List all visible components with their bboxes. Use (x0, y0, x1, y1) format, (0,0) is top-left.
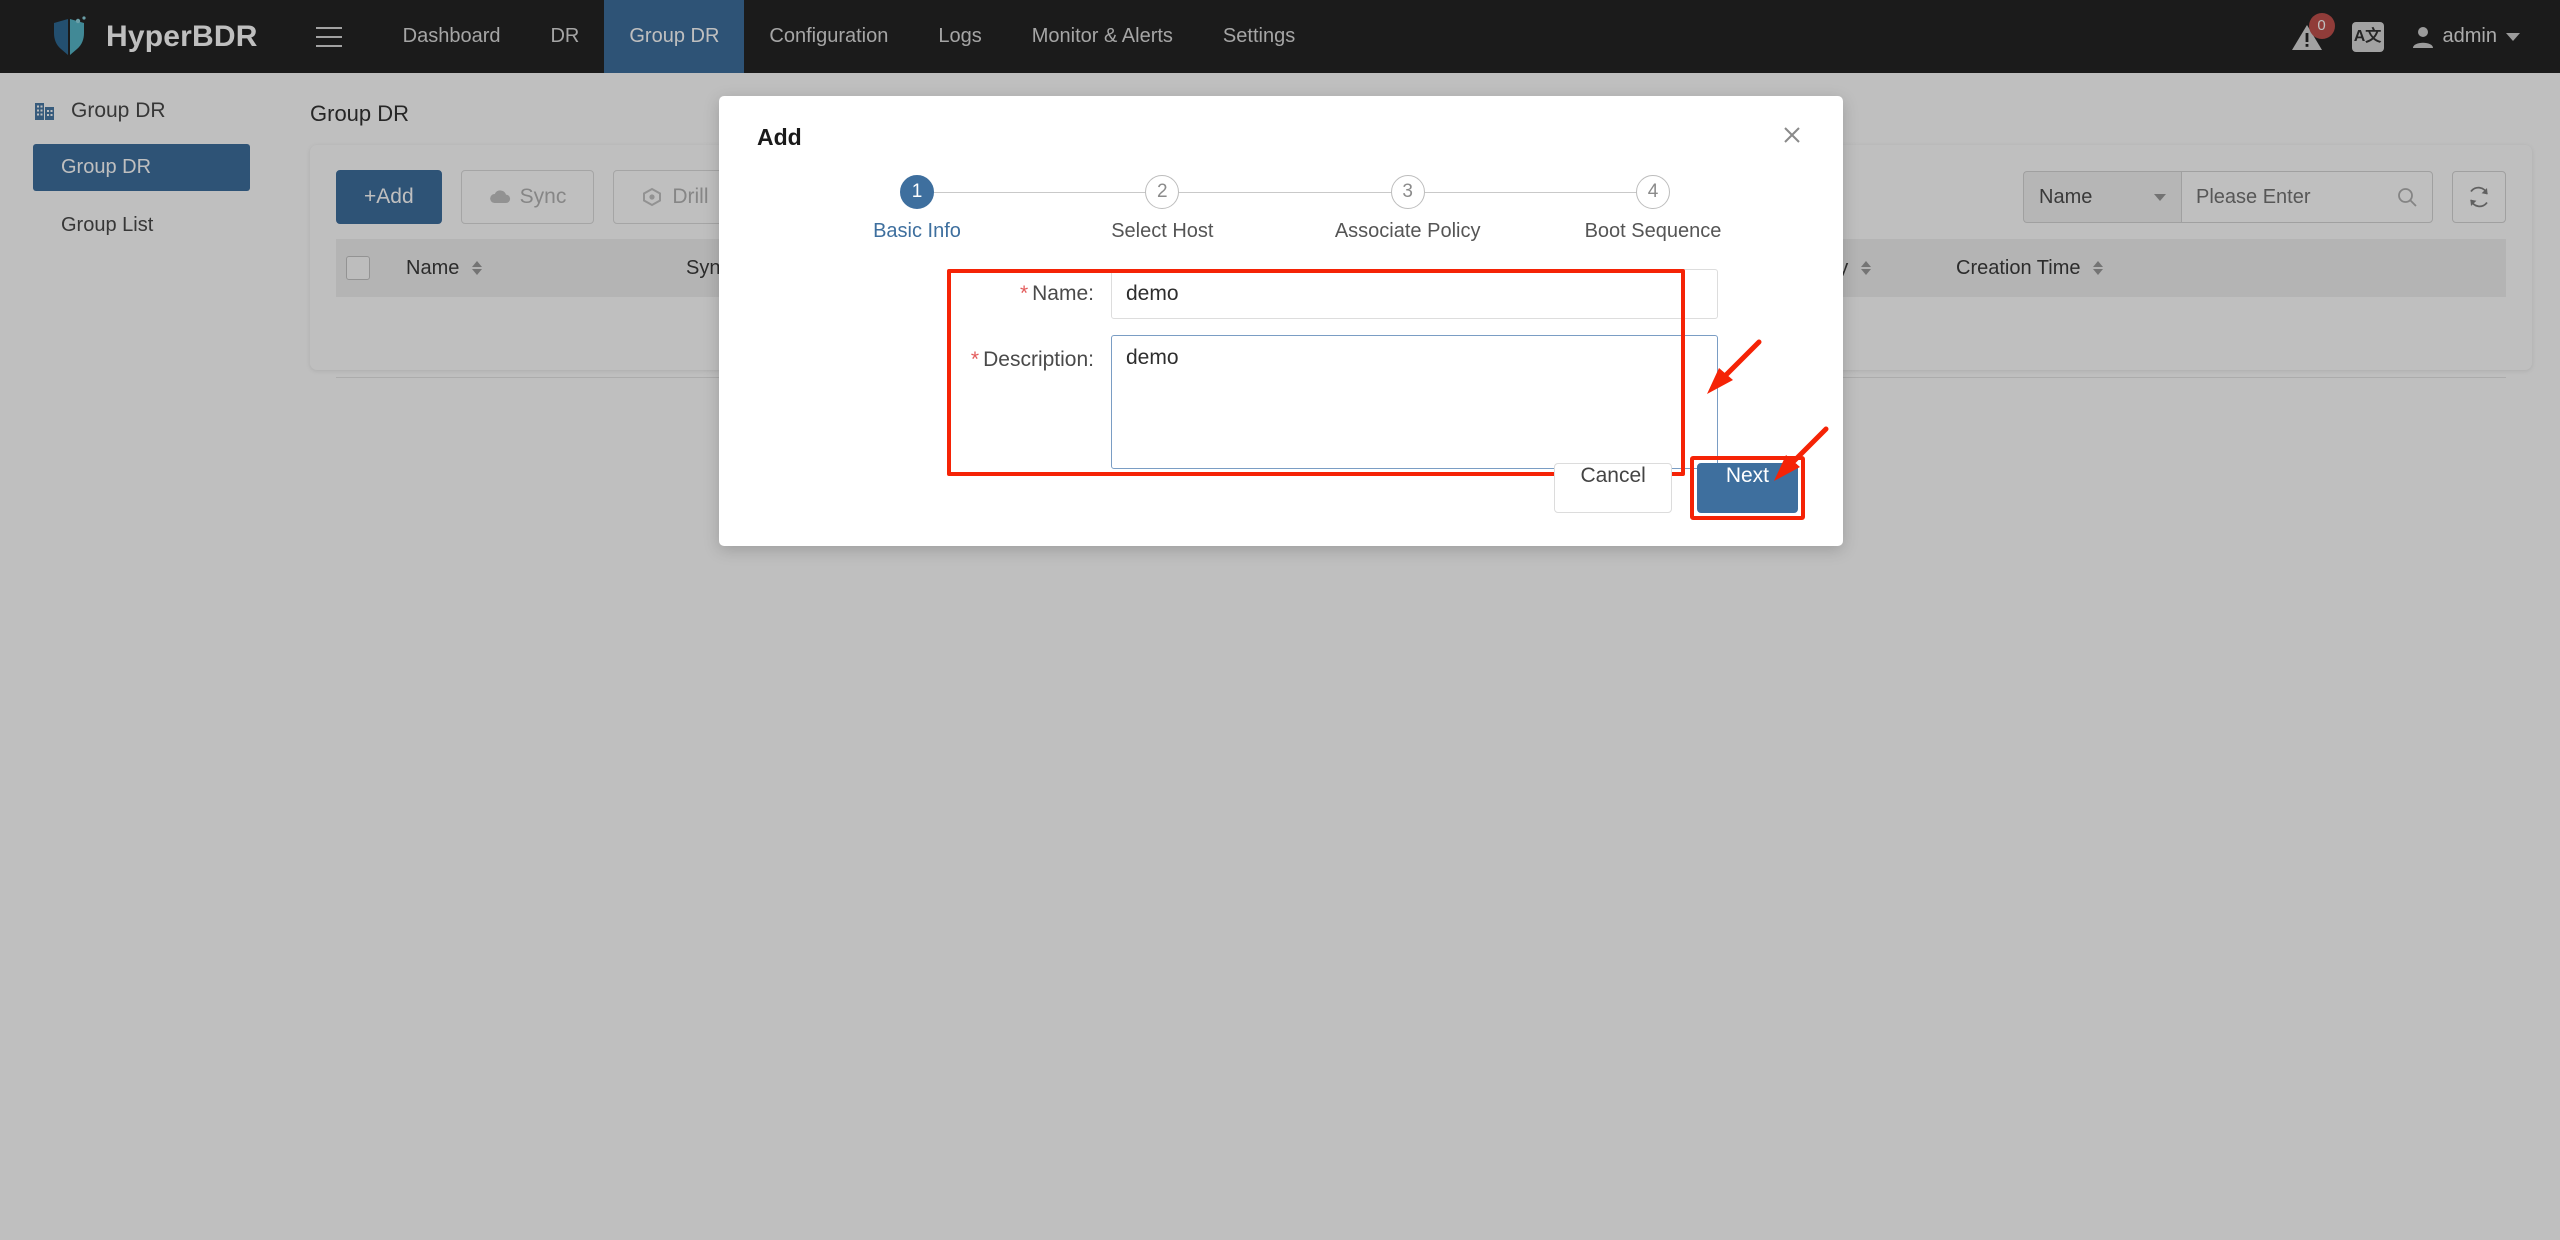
next-button[interactable]: Next (1696, 463, 1798, 513)
name-label-text: Name: (1032, 282, 1094, 305)
wizard-stepper: 1 Basic Info 2 Select Host 3 Associate P… (827, 175, 1743, 253)
application-root: HyperBDR Dashboard DR Group DR Configura… (0, 0, 2560, 1240)
cancel-button[interactable]: Cancel (1554, 463, 1672, 513)
step-number: 1 (900, 175, 934, 209)
step-label: Select Host (1111, 220, 1214, 242)
required-marker: * (1019, 282, 1029, 305)
add-group-dr-dialog: Add 1 Basic Info 2 Select Host 3 Associa… (719, 96, 1843, 546)
description-label: * Description: (967, 335, 1111, 385)
name-input[interactable] (1111, 269, 1718, 319)
step-number: 3 (1390, 175, 1425, 209)
stepper-steps: 1 Basic Info 2 Select Host 3 Associate P… (827, 175, 1743, 243)
step-number: 2 (1145, 175, 1180, 209)
dialog-footer: Cancel Next (1554, 456, 1805, 520)
stepper-connector (917, 192, 1653, 193)
step-boot-sequence[interactable]: 4 Boot Sequence (1563, 175, 1743, 243)
description-textarea[interactable] (1111, 335, 1718, 469)
form-row-name: * Name: (719, 269, 1843, 319)
name-label: * Name: (967, 269, 1111, 319)
step-label: Associate Policy (1334, 220, 1481, 242)
step-select-host[interactable]: 2 Select Host (1072, 175, 1252, 243)
step-basic-info[interactable]: 1 Basic Info (827, 175, 1007, 243)
description-label-text: Description: (983, 348, 1094, 371)
step-label: Basic Info (873, 220, 961, 242)
step-number: 4 (1635, 175, 1670, 209)
form-row-description: * Description: (719, 335, 1843, 469)
step-associate-policy[interactable]: 3 Associate Policy (1318, 175, 1498, 243)
dialog-title: Add (757, 124, 802, 150)
basic-info-form: *Name: *Description: (719, 269, 1843, 476)
close-icon[interactable] (1777, 122, 1807, 152)
next-button-highlight-wrap: Next (1689, 456, 1805, 520)
required-marker: * (970, 348, 980, 371)
step-label: Boot Sequence (1584, 220, 1722, 242)
